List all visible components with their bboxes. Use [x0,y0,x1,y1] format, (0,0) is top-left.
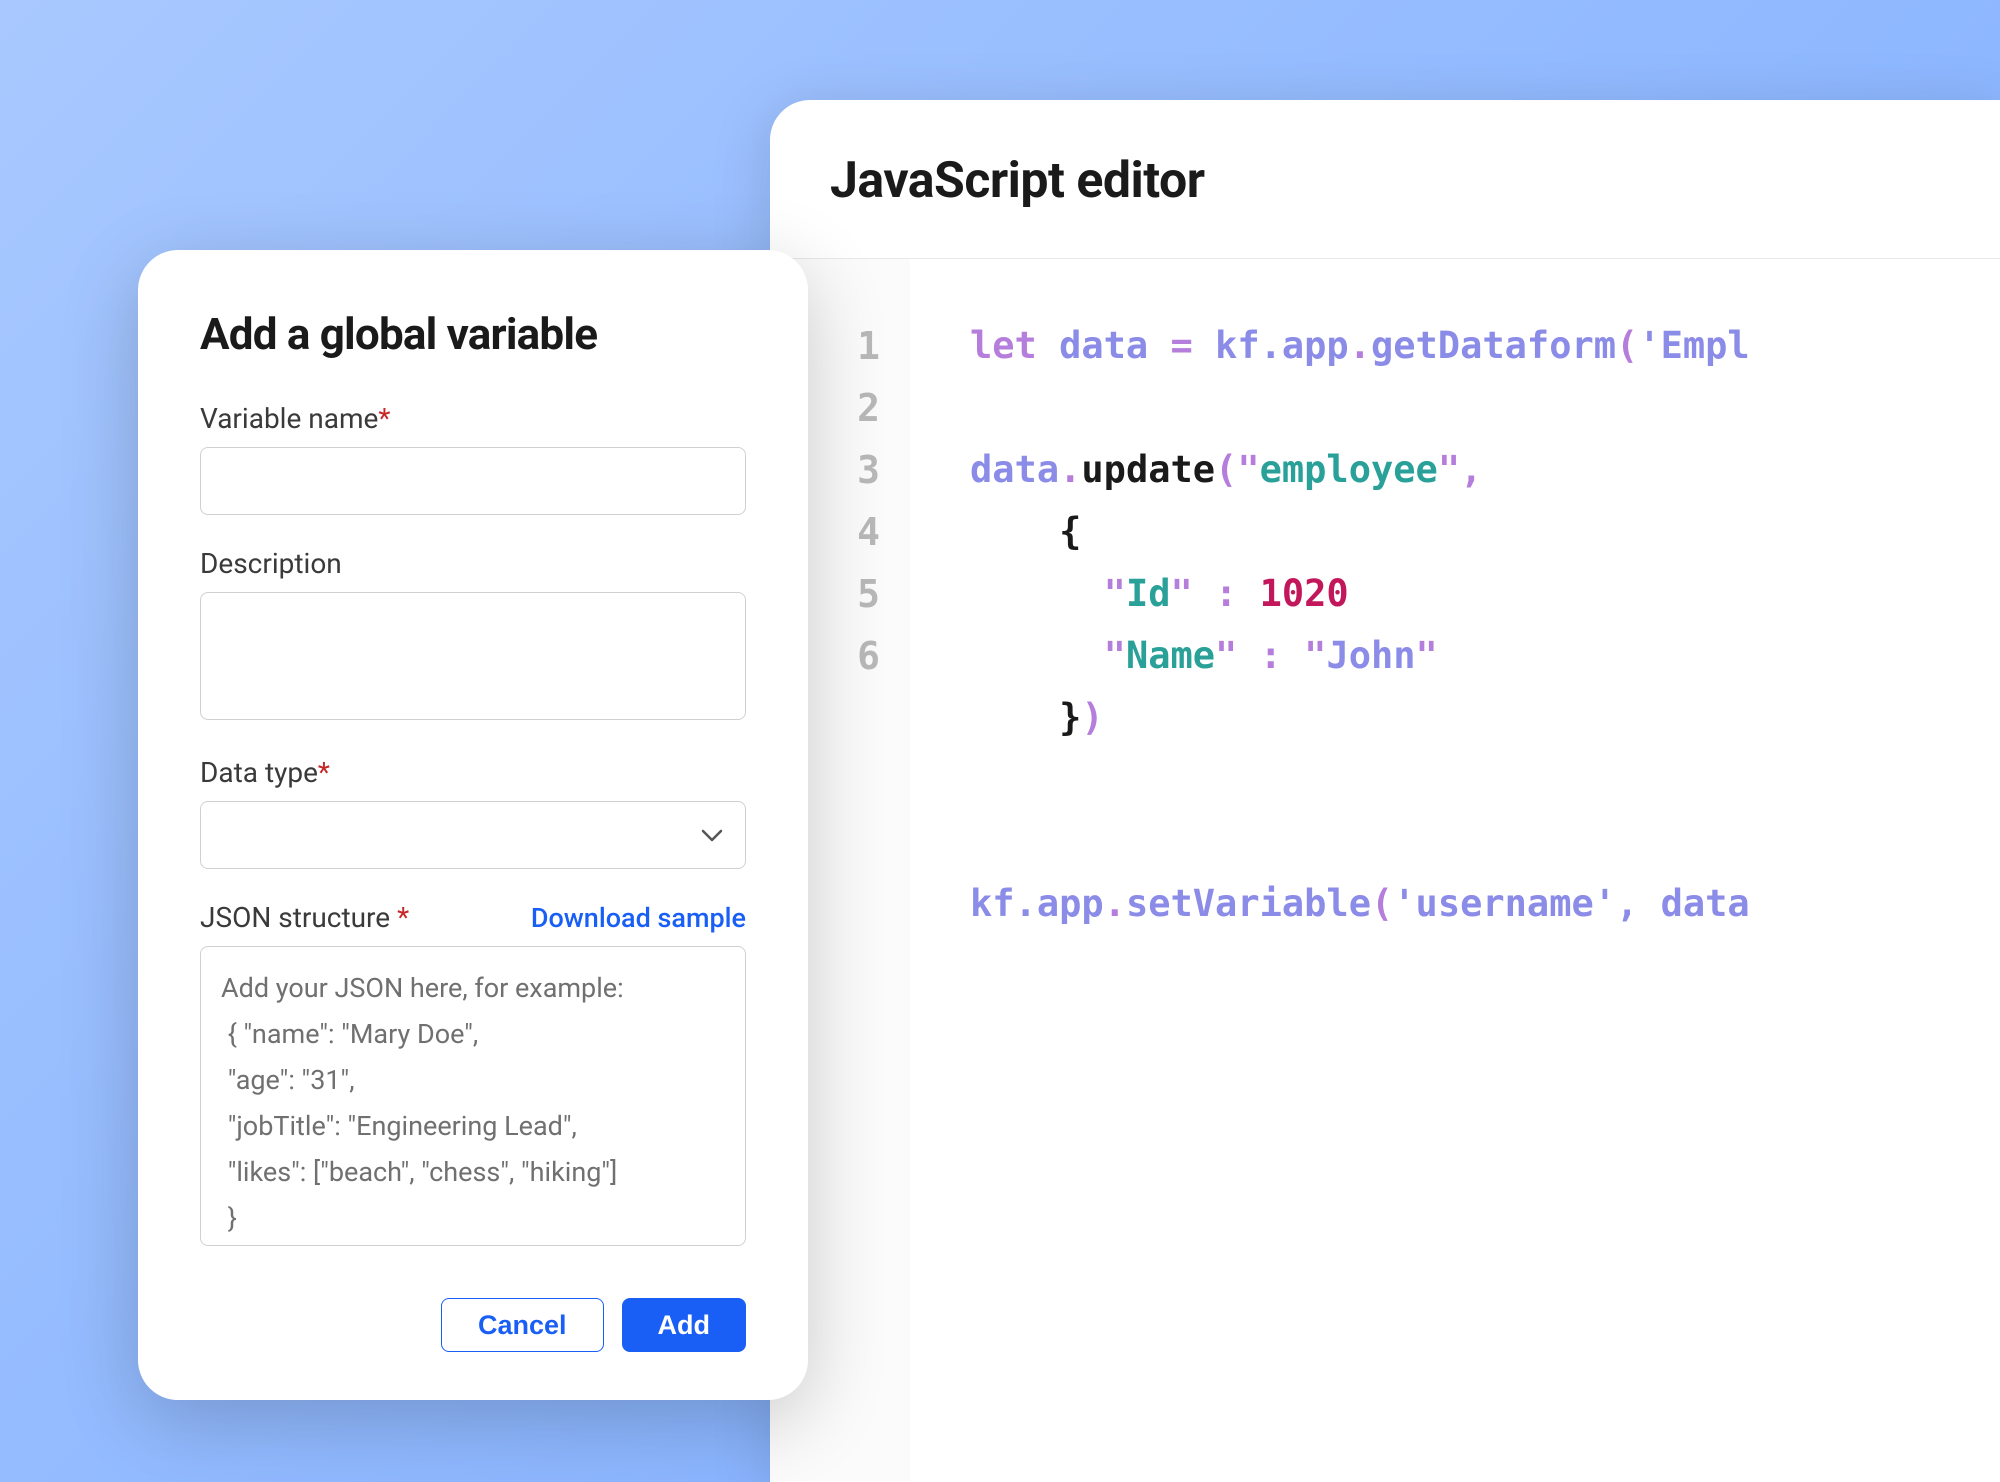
code-token: } [1059,696,1081,739]
required-star-icon: * [390,901,409,934]
code-token: " [1104,634,1126,677]
code-token-string: 'Empl [1638,324,1749,367]
code-token: , [1616,882,1661,925]
code-token: : [1193,572,1260,615]
cancel-button[interactable]: Cancel [441,1298,604,1352]
code-token-identifier: kf.app [1215,324,1349,367]
variable-name-label: Variable name* [200,402,746,435]
code-token: ) [1081,696,1103,739]
code-token: = [1148,324,1215,367]
code-token: " [1104,572,1126,615]
code-token: ( [1616,324,1638,367]
variable-name-input[interactable] [200,447,746,515]
description-label: Description [200,547,746,580]
code-token: ' [1594,882,1616,925]
code-token-key: Id [1126,572,1171,615]
code-token-method: update [1081,448,1215,491]
description-field: Description [200,547,746,724]
code-token: . [1104,882,1126,925]
modal-button-row: Cancel Add [200,1298,746,1352]
add-global-variable-modal: Add a global variable Variable name* Des… [138,250,808,1400]
code-editor[interactable]: let data = kf.app.getDataform('Empl data… [910,259,2000,1481]
json-structure-field: JSON structure * Download sample Add you… [200,901,746,1246]
json-structure-input[interactable]: Add your JSON here, for example: { "name… [200,946,746,1246]
code-token: " [1171,572,1193,615]
code-token: " [1416,634,1438,677]
description-input[interactable] [200,592,746,720]
code-token-method: getDataform [1371,324,1616,367]
code-token-key: Name [1126,634,1215,677]
code-token: . [1349,324,1371,367]
code-token: " [1304,634,1326,677]
editor-panel: JavaScript editor 1 2 3 4 5 6 let data =… [770,100,2000,1482]
required-star-icon: * [318,756,330,789]
editor-body: 1 2 3 4 5 6 let data = kf.app.getDatafor… [770,259,2000,1481]
download-sample-link[interactable]: Download sample [531,902,746,934]
code-token: " [1438,448,1460,491]
code-token-string: employee [1260,448,1438,491]
code-token: : [1237,634,1304,677]
code-token: , [1460,448,1482,491]
data-type-field: Data type* [200,756,746,869]
data-type-select[interactable] [200,801,746,869]
add-button[interactable]: Add [622,1298,746,1352]
chevron-down-icon [701,820,723,850]
code-token: . [1059,448,1081,491]
code-token-string: John [1326,634,1415,677]
code-token: { [1059,510,1081,553]
code-token: " [1215,634,1237,677]
code-token-number: 1020 [1260,572,1349,615]
code-token-identifier: data [1059,324,1148,367]
editor-header: JavaScript editor [770,100,2000,259]
modal-title: Add a global variable [200,308,746,360]
data-type-label: Data type* [200,756,746,789]
required-star-icon: * [378,402,390,435]
variable-name-field: Variable name* [200,402,746,515]
code-token: ( [1215,448,1237,491]
code-token-identifier: data [1661,882,1750,925]
code-token-keyword: let [970,324,1037,367]
code-token: ( [1371,882,1393,925]
code-token-identifier: kf.app [970,882,1104,925]
editor-title: JavaScript editor [830,152,1940,210]
code-token-method: setVariable [1126,882,1371,925]
code-token: " [1237,448,1259,491]
code-token: ' [1393,882,1415,925]
code-token-string: username [1416,882,1594,925]
code-token-identifier: data [970,448,1059,491]
json-structure-label: JSON structure * [200,901,409,934]
